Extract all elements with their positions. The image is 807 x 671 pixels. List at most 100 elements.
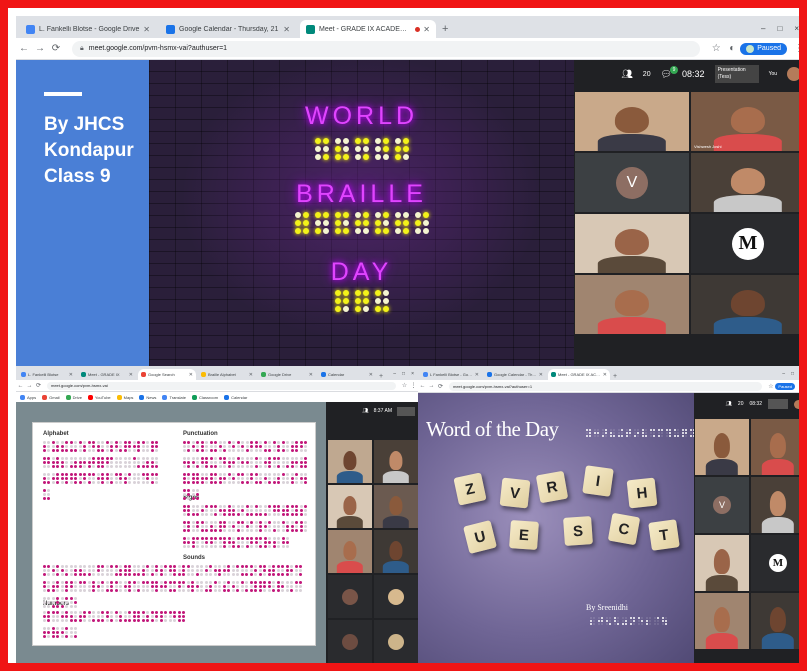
back-icon[interactable]: ← xyxy=(418,383,427,389)
maximize-button[interactable]: □ xyxy=(402,371,405,377)
participant-avatar-tile[interactable] xyxy=(374,575,418,618)
bookmark-item[interactable]: Calendar xyxy=(224,394,247,400)
bookmark-item[interactable]: Apps xyxy=(20,394,36,400)
bookmark-item[interactable]: Gmail xyxy=(42,394,60,400)
presentation-thumbnail[interactable] xyxy=(768,399,788,409)
close-icon[interactable]: ✕ xyxy=(309,372,313,378)
forward-icon[interactable]: → xyxy=(25,383,34,389)
browser-tab[interactable]: Meet - GRADE IX ACADEMIC✕ xyxy=(548,369,610,380)
people-icon[interactable]: 👥︎ xyxy=(726,401,732,407)
participant-video-tile[interactable] xyxy=(695,593,749,649)
bookmark-item[interactable]: News xyxy=(139,394,156,400)
tab-drive[interactable]: L. Fankelli Blotse - Google Drive ✕ xyxy=(20,20,156,38)
new-tab-button[interactable]: + xyxy=(613,373,617,380)
minimize-button[interactable]: – xyxy=(393,371,396,377)
maximize-button[interactable]: □ xyxy=(777,24,782,33)
bookmark-item[interactable]: Drive xyxy=(65,394,82,400)
url-field[interactable]: 🔒︎ meet.google.com/pvm-hsmx-vai?authuser… xyxy=(72,40,701,57)
close-icon[interactable]: ✕ xyxy=(283,25,290,34)
participant-video-tile[interactable] xyxy=(751,419,799,475)
participant-video-tile[interactable] xyxy=(374,485,418,528)
presentation-thumbnail[interactable] xyxy=(397,406,415,416)
minimize-button[interactable]: – xyxy=(782,371,785,377)
reload-icon[interactable]: ⟳ xyxy=(436,383,445,390)
browser-tab[interactable]: Google Calendar - Thursday, 21✕ xyxy=(484,369,546,380)
browser-tab[interactable]: L Fankelli Blotse - Google Drive✕ xyxy=(420,369,482,380)
participant-video-tile[interactable] xyxy=(695,419,749,475)
participant-video-tile[interactable] xyxy=(695,535,749,591)
browser-tab[interactable]: Calendar ✕ xyxy=(318,369,376,380)
participant-video-tile[interactable]: Vishwesh Joshi xyxy=(691,92,799,151)
bookmark-item[interactable]: YouTube xyxy=(87,394,111,400)
browser-tab[interactable]: Google Drive ✕ xyxy=(258,369,316,380)
participant-video-tile[interactable] xyxy=(575,275,689,334)
participant-video-tile[interactable] xyxy=(374,440,418,483)
close-icon[interactable]: ✕ xyxy=(475,372,479,378)
participant-video-tile[interactable] xyxy=(328,485,372,528)
bookmark-item[interactable]: Maps xyxy=(116,394,133,400)
tab-calendar[interactable]: Google Calendar - Thursday, 21 ✕ xyxy=(160,20,296,38)
participant-avatar-tile[interactable]: M xyxy=(751,535,799,591)
close-icon[interactable]: ✕ xyxy=(369,372,373,378)
close-icon[interactable]: ✕ xyxy=(143,25,150,34)
url-field[interactable]: meet.google.com/pvm-hsmx-vai xyxy=(47,381,396,390)
star-icon[interactable]: ☆ xyxy=(766,383,775,390)
participant-video-tile[interactable] xyxy=(575,92,689,151)
browser-tab[interactable]: Braille Alphabet ✕ xyxy=(198,369,256,380)
participant-video-tile[interactable] xyxy=(751,477,799,533)
browser-tab[interactable]: L. Fankelli Blotse ✕ xyxy=(18,369,76,380)
tab-meet[interactable]: Meet - GRADE IX ACADEMIC ✕ xyxy=(300,20,436,38)
menu-icon[interactable]: ⋮ xyxy=(791,43,799,54)
new-tab-button[interactable]: + xyxy=(379,373,383,380)
participant-video-tile[interactable] xyxy=(328,440,372,483)
people-icon[interactable]: 👥︎ xyxy=(362,408,368,414)
participant-avatar-tile[interactable] xyxy=(374,620,418,663)
close-icon[interactable]: ✕ xyxy=(189,372,193,378)
profile-paused-button[interactable]: Paused xyxy=(740,42,787,55)
participant-video-tile[interactable] xyxy=(374,530,418,573)
participant-avatar-tile[interactable]: V xyxy=(695,477,749,533)
bookmark-item[interactable]: Classroom xyxy=(191,394,218,400)
browser-tab[interactable]: Meet - GRADE IX ✕ xyxy=(78,369,136,380)
extension-icon[interactable]: ◐ xyxy=(724,43,740,54)
close-icon[interactable]: ✕ xyxy=(69,372,73,378)
participant-avatar-tile[interactable]: M xyxy=(691,214,799,273)
close-window-button[interactable]: × xyxy=(411,371,414,377)
new-tab-button[interactable]: + xyxy=(442,23,448,35)
back-icon[interactable]: ← xyxy=(16,43,32,54)
back-icon[interactable]: ← xyxy=(16,383,25,389)
presentation-thumbnail[interactable]: Presentation (Tess) xyxy=(714,65,759,83)
star-icon[interactable]: ☆ xyxy=(400,382,409,389)
participant-avatar-tile[interactable] xyxy=(328,575,372,618)
profile-paused-button[interactable]: Paused xyxy=(775,382,795,390)
close-icon[interactable]: ✕ xyxy=(249,372,253,378)
braille-dot xyxy=(183,461,186,464)
close-icon[interactable]: ✕ xyxy=(129,372,133,378)
menu-icon[interactable]: ⋮ xyxy=(798,383,799,390)
people-icon[interactable]: 👥︎ xyxy=(621,69,632,80)
close-window-button[interactable]: × xyxy=(794,24,799,33)
participant-avatar-tile[interactable]: V xyxy=(575,153,689,212)
participant-video-tile[interactable] xyxy=(691,153,799,212)
reload-icon[interactable]: ⟳ xyxy=(34,382,43,389)
participant-video-tile[interactable] xyxy=(328,530,372,573)
bookmark-item[interactable]: Translate xyxy=(162,394,186,400)
reload-icon[interactable]: ⟳ xyxy=(48,43,64,54)
participant-video-tile[interactable] xyxy=(751,593,799,649)
close-icon[interactable]: ✕ xyxy=(539,372,543,378)
maximize-button[interactable]: □ xyxy=(791,371,794,377)
minimize-button[interactable]: – xyxy=(761,24,765,33)
participant-avatar-tile[interactable] xyxy=(328,620,372,663)
browser-tab[interactable]: Google Search ✕ xyxy=(138,369,196,380)
close-window-button[interactable]: × xyxy=(800,371,803,377)
star-icon[interactable]: ☆ xyxy=(708,43,724,54)
chat-icon[interactable]: 💬︎ 9 xyxy=(661,65,679,80)
close-icon[interactable]: ✕ xyxy=(423,25,430,34)
participant-video-tile[interactable] xyxy=(575,214,689,273)
participant-video-tile[interactable] xyxy=(691,275,799,334)
url-field[interactable]: meet.google.com/pvm-hsmx-vai?authuser=1 xyxy=(449,381,763,391)
forward-icon[interactable]: → xyxy=(427,383,436,389)
menu-icon[interactable]: ⋮ xyxy=(409,382,418,389)
forward-icon[interactable]: → xyxy=(32,43,48,54)
close-icon[interactable]: ✕ xyxy=(603,372,607,378)
